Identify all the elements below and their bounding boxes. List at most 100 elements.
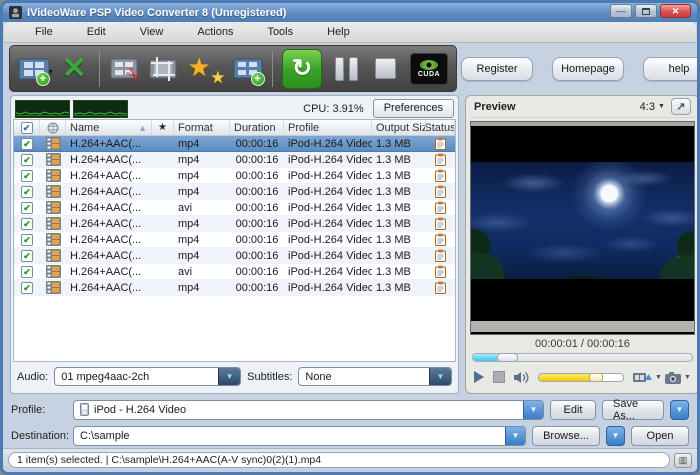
chevron-down-icon[interactable]: ▼ xyxy=(655,374,662,381)
video-display[interactable] xyxy=(470,121,695,335)
row-checkbox[interactable]: ✔ xyxy=(21,170,33,182)
seek-slider[interactable] xyxy=(472,353,693,362)
table-row[interactable]: ✔ H.264+AAC(... mp4 00:00:16 iPod-H.264 … xyxy=(14,136,455,152)
play-button[interactable] xyxy=(474,371,484,383)
table-row[interactable]: ✔ H.264+AAC(... avi 00:00:16 iPod-H.264 … xyxy=(14,264,455,280)
browse-button[interactable]: Browse... xyxy=(532,426,600,446)
file-list-panel: CPU: 3.91% Preferences ✔ Name ▲ ★ Format… xyxy=(10,95,459,394)
refresh-arrows-icon: ↻ xyxy=(292,57,312,81)
maximize-button[interactable] xyxy=(635,4,657,18)
speaker-icon[interactable] xyxy=(514,371,529,384)
select-all-checkbox[interactable]: ✔ xyxy=(21,122,33,134)
remove-button[interactable]: ✕ xyxy=(59,48,90,90)
profile-row: Profile: iPod - H.264 Video ▼ Edit Save … xyxy=(3,396,697,423)
row-checkbox[interactable]: ✔ xyxy=(21,154,33,166)
profile-column-header[interactable]: Profile xyxy=(284,120,372,135)
menu-edit[interactable]: Edit xyxy=(70,23,123,42)
save-as-dropdown-button[interactable]: ▼ xyxy=(670,400,689,420)
profile-label: Profile: xyxy=(11,404,67,416)
pause-button[interactable] xyxy=(331,48,362,90)
subtitles-dropdown[interactable]: None ▼ xyxy=(298,367,452,386)
table-row[interactable]: ✔ H.264+AAC(... avi 00:00:16 iPod-H.264 … xyxy=(14,200,455,216)
film-icon xyxy=(46,249,61,262)
seek-handle[interactable] xyxy=(497,353,518,362)
preferences-button[interactable]: Preferences xyxy=(373,99,454,118)
help-button[interactable]: help xyxy=(643,57,700,81)
film-capture-icon[interactable] xyxy=(633,370,652,384)
volume-handle[interactable] xyxy=(589,373,603,382)
cell-format: avi xyxy=(174,202,230,214)
crop-button[interactable] xyxy=(148,48,179,90)
cell-format: mp4 xyxy=(174,218,230,230)
trim-button[interactable]: ✂ xyxy=(109,48,140,90)
camera-snapshot-icon[interactable] xyxy=(665,371,681,384)
merge-button[interactable]: + xyxy=(233,48,264,90)
panel-toggle-button[interactable]: ▥ xyxy=(674,453,692,468)
cell-duration: 00:00:16 xyxy=(230,250,284,262)
cell-format: mp4 xyxy=(174,138,230,150)
table-row[interactable]: ✔ H.264+AAC(... mp4 00:00:16 iPod-H.264 … xyxy=(14,184,455,200)
output-size-column-header[interactable]: Output Size xyxy=(372,120,426,135)
open-folder-button[interactable]: Open xyxy=(631,426,689,446)
register-button[interactable]: Register xyxy=(461,57,533,81)
cell-profile: iPod-H.264 Video xyxy=(284,202,372,214)
audio-dropdown[interactable]: 01 mpeg4aac-2ch ▼ xyxy=(54,367,241,386)
destination-field[interactable]: C:\sample ▼ xyxy=(73,426,526,446)
effect-button[interactable]: ★ ★ xyxy=(188,48,224,90)
status-column-header[interactable]: Status xyxy=(426,120,455,135)
profile-dropdown[interactable]: iPod - H.264 Video ▼ xyxy=(73,400,544,420)
edit-profile-button[interactable]: Edit xyxy=(550,400,596,420)
film-icon xyxy=(46,185,61,198)
save-as-button[interactable]: Save As... xyxy=(602,400,664,420)
favorite-column-header[interactable]: ★ xyxy=(152,120,174,135)
audio-subtitle-row: Audio: 01 mpeg4aac-2ch ▼ Subtitles: None… xyxy=(13,362,456,391)
row-checkbox[interactable]: ✔ xyxy=(21,218,33,230)
cell-profile: iPod-H.264 Video xyxy=(284,250,372,262)
table-row[interactable]: ✔ H.264+AAC(... mp4 00:00:16 iPod-H.264 … xyxy=(14,152,455,168)
row-checkbox[interactable]: ✔ xyxy=(21,202,33,214)
homepage-button[interactable]: Homepage xyxy=(552,57,624,81)
cuda-label: CUDA xyxy=(418,71,440,78)
stop-button[interactable] xyxy=(371,48,402,90)
menu-actions[interactable]: Actions xyxy=(180,23,250,42)
cuda-button[interactable]: CUDA xyxy=(410,48,448,90)
menu-tools[interactable]: Tools xyxy=(250,23,310,42)
chevron-down-icon: ▼ xyxy=(505,427,525,445)
close-button[interactable]: ✕ xyxy=(660,4,691,18)
volume-slider[interactable] xyxy=(538,373,624,382)
cell-profile: iPod-H.264 Video xyxy=(284,218,372,230)
add-video-button[interactable]: + ▼ xyxy=(18,48,50,90)
chevron-down-icon[interactable]: ▼ xyxy=(684,374,691,381)
format-column-header[interactable]: Format xyxy=(174,120,230,135)
aspect-ratio-dropdown[interactable]: 4:3 ▼ xyxy=(640,101,665,113)
browse-dropdown-button[interactable]: ▼ xyxy=(606,426,625,446)
row-checkbox[interactable]: ✔ xyxy=(21,234,33,246)
status-clipboard-icon xyxy=(435,185,446,198)
row-checkbox[interactable]: ✔ xyxy=(21,186,33,198)
convert-button[interactable]: ↻ xyxy=(282,48,322,90)
fullscreen-button[interactable]: ↗ xyxy=(671,98,691,115)
table-row[interactable]: ✔ H.264+AAC(... mp4 00:00:16 iPod-H.264 … xyxy=(14,248,455,264)
menu-file[interactable]: File xyxy=(18,23,70,42)
row-checkbox[interactable]: ✔ xyxy=(21,138,33,150)
table-row[interactable]: ✔ H.264+AAC(... mp4 00:00:16 iPod-H.264 … xyxy=(14,232,455,248)
table-row[interactable]: ✔ H.264+AAC(... mp4 00:00:16 iPod-H.264 … xyxy=(14,216,455,232)
row-checkbox[interactable]: ✔ xyxy=(21,250,33,262)
menu-view[interactable]: View xyxy=(123,23,181,42)
duration-column-header[interactable]: Duration xyxy=(230,120,284,135)
stop-playback-button[interactable] xyxy=(493,371,505,383)
cell-name: H.264+AAC(... xyxy=(66,266,152,278)
cell-name: H.264+AAC(... xyxy=(66,282,152,294)
cpu-meter-graph xyxy=(15,100,70,118)
row-checkbox[interactable]: ✔ xyxy=(21,266,33,278)
video-frame-night-sky xyxy=(471,162,694,279)
type-column-header[interactable] xyxy=(40,120,66,135)
table-row[interactable]: ✔ H.264+AAC(... mp4 00:00:16 iPod-H.264 … xyxy=(14,168,455,184)
profile-value-text: iPod - H.264 Video xyxy=(94,404,186,416)
row-checkbox[interactable]: ✔ xyxy=(21,282,33,294)
cell-output-size: 1.3 MB xyxy=(372,282,426,294)
menu-help[interactable]: Help xyxy=(310,23,367,42)
name-column-header[interactable]: Name ▲ xyxy=(66,120,152,135)
table-row[interactable]: ✔ H.264+AAC(... mp4 00:00:16 iPod-H.264 … xyxy=(14,280,455,296)
minimize-button[interactable]: — xyxy=(610,4,632,18)
